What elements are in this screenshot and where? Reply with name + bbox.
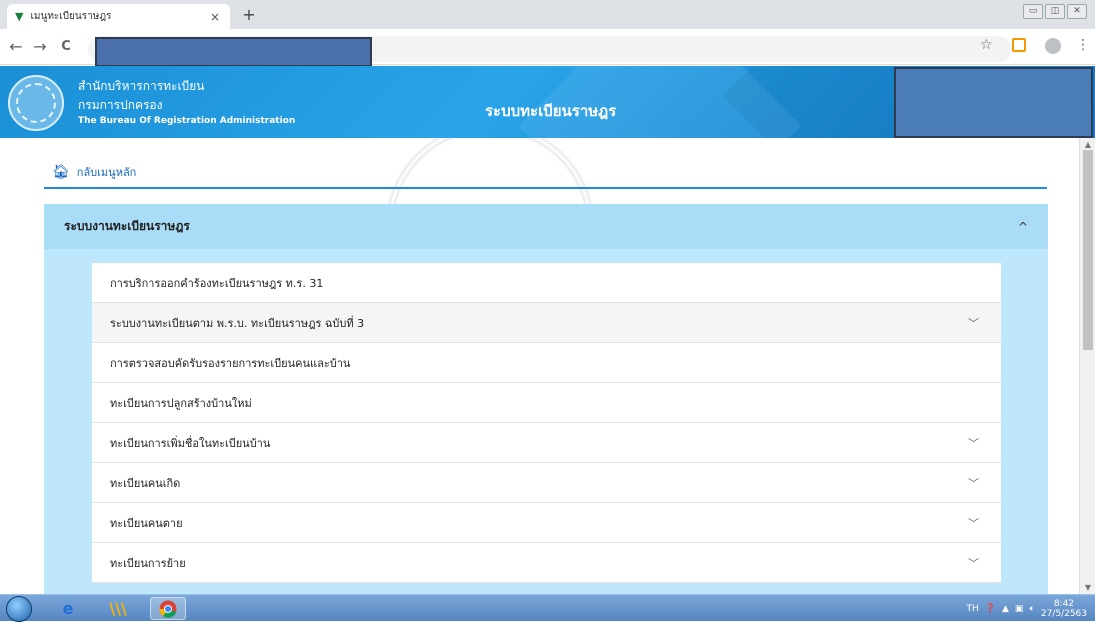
menu-item[interactable]: ทะเบียนการเพิ่มชื่อในทะเบียนบ้าน ﹀ xyxy=(92,423,1001,463)
chevron-down-icon: ﹀ xyxy=(968,436,979,450)
menu-item[interactable]: ทะเบียนการย้าย ﹀ xyxy=(92,543,1001,583)
back-link-label: กลับเมนูหลัก xyxy=(76,166,137,179)
menu-item[interactable]: การตรวจสอบคัดรับรองรายการทะเบียนคนและบ้า… xyxy=(92,343,1001,383)
menu-item-label: การบริการออกคำร้องทะเบียนราษฎร ท.ร. 31 xyxy=(110,276,324,290)
divider xyxy=(44,187,1047,189)
back-arrow-icon[interactable]: ← xyxy=(6,37,26,57)
network-icon[interactable]: ▣ xyxy=(1015,604,1024,614)
close-window-button[interactable]: ✕ xyxy=(1067,4,1087,19)
scroll-thumb[interactable] xyxy=(1083,150,1093,350)
scroll-up-arrow-icon[interactable]: ▲ xyxy=(1080,140,1095,149)
page-scrollbar[interactable]: ▲ ▼ xyxy=(1079,138,1095,594)
close-tab-icon[interactable]: × xyxy=(208,10,222,24)
menu-item-label: ทะเบียนการย้าย xyxy=(110,556,186,570)
menu-item[interactable]: ทะเบียนการปลูกสร้างบ้านใหม่ xyxy=(92,383,1001,423)
chevron-down-icon: ﹀ xyxy=(968,316,979,330)
menu-item-label: ระบบงานทะเบียนตาม พ.ร.บ. ทะเบียนราษฎร ฉบ… xyxy=(110,316,365,330)
menu-item-label: ทะเบียนการเพิ่มชื่อในทะเบียนบ้าน xyxy=(110,436,271,450)
main-content: 🏠︎ กลับเมนูหลัก ระบบงานทะเบียนราษฎร ^ กา… xyxy=(0,138,1079,594)
redacted-url xyxy=(95,37,372,67)
internet-explorer-icon[interactable]: e xyxy=(50,597,86,620)
forward-arrow-icon[interactable]: → xyxy=(30,37,50,57)
restore-button[interactable]: ◫ xyxy=(1045,4,1065,19)
menu-item-label: การตรวจสอบคัดรับรองรายการทะเบียนคนและบ้า… xyxy=(110,356,351,370)
system-title: ระบบทะเบียนราษฎร xyxy=(485,102,617,120)
profile-avatar[interactable] xyxy=(1045,38,1061,54)
dept-name-th: กรมการปกครอง xyxy=(78,98,163,112)
chevron-down-icon: ﹀ xyxy=(968,476,979,490)
tray-expand-icon[interactable]: ▲ xyxy=(1002,604,1009,614)
clock-date: 27/5/2563 xyxy=(1040,609,1087,619)
new-tab-button[interactable]: + xyxy=(238,5,260,25)
reload-icon[interactable]: C xyxy=(56,37,76,57)
help-icon[interactable]: ❓ xyxy=(985,604,996,614)
menu-item-label: ทะเบียนคนเกิด xyxy=(110,476,181,490)
menu-list: การบริการออกคำร้องทะเบียนราษฎร ท.ร. 31 ร… xyxy=(92,263,1001,583)
browser-tab[interactable]: ▼ เมนูทะเบียนราษฎร × xyxy=(7,4,230,29)
menu-item[interactable]: ทะเบียนคนเกิด ﹀ xyxy=(92,463,1001,503)
window-controls: ▭ ◫ ✕ xyxy=(1023,4,1087,19)
clock[interactable]: 8:42 27/5/2563 xyxy=(1041,599,1087,619)
scroll-down-arrow-icon[interactable]: ▼ xyxy=(1080,583,1095,592)
menu-item-label: ทะเบียนคนตาย xyxy=(110,516,183,530)
menu-item[interactable]: ระบบงานทะเบียนตาม พ.ร.บ. ทะเบียนราษฎร ฉบ… xyxy=(92,303,1001,343)
app-launcher-icon[interactable]: \\\ xyxy=(100,597,136,620)
panel-header[interactable]: ระบบงานทะเบียนราษฎร ^ xyxy=(44,204,1048,249)
start-button[interactable] xyxy=(6,596,32,622)
chevron-down-icon: ﹀ xyxy=(968,516,979,530)
minimize-button[interactable]: ▭ xyxy=(1023,4,1043,19)
menu-item[interactable]: การบริการออกคำร้องทะเบียนราษฎร ท.ร. 31 xyxy=(92,263,1001,303)
browser-tabstrip: ▼ เมนูทะเบียนราษฎร × + ▭ ◫ ✕ xyxy=(0,0,1095,29)
chrome-logo-icon xyxy=(159,600,177,618)
system-tray: TH ❓ ▲ ▣ 🔈︎ 8:42 27/5/2563 xyxy=(967,599,1087,619)
clock-time: 8:42 xyxy=(1053,599,1075,609)
vue-logo-icon: ▼ xyxy=(15,10,24,23)
tab-title: เมนูทะเบียนราษฎร xyxy=(30,11,112,22)
language-indicator[interactable]: TH xyxy=(967,604,979,614)
chevron-down-icon: ﹀ xyxy=(968,556,979,570)
government-seal-logo xyxy=(8,75,64,131)
registration-panel: ระบบงานทะเบียนราษฎร ^ การบริการออกคำร้อง… xyxy=(44,204,1048,594)
chrome-icon[interactable] xyxy=(150,597,186,620)
bookmark-star-icon[interactable]: ☆ xyxy=(980,37,993,53)
org-name-en: The Bureau Of Registration Administratio… xyxy=(78,116,296,126)
windows-taskbar: e \\\ TH ❓ ▲ ▣ 🔈︎ 8:42 27/5/2563 xyxy=(0,594,1095,622)
menu-item-label: ทะเบียนการปลูกสร้างบ้านใหม่ xyxy=(110,396,252,410)
browser-menu-icon[interactable]: ⋮ xyxy=(1076,37,1090,53)
org-name-th: สำนักบริหารการทะเบียน xyxy=(78,79,205,93)
back-to-main-menu-link[interactable]: 🏠︎ กลับเมนูหลัก xyxy=(52,163,136,181)
chevron-up-icon[interactable]: ^ xyxy=(1018,220,1028,234)
volume-icon[interactable]: 🔈︎ xyxy=(1029,604,1034,614)
home-icon: 🏠︎ xyxy=(52,164,70,180)
redacted-user-info xyxy=(894,67,1093,138)
menu-item[interactable]: ทะเบียนคนตาย ﹀ xyxy=(92,503,1001,543)
panel-title: ระบบงานทะเบียนราษฎร xyxy=(64,219,190,233)
extension-icon[interactable] xyxy=(1012,38,1026,52)
